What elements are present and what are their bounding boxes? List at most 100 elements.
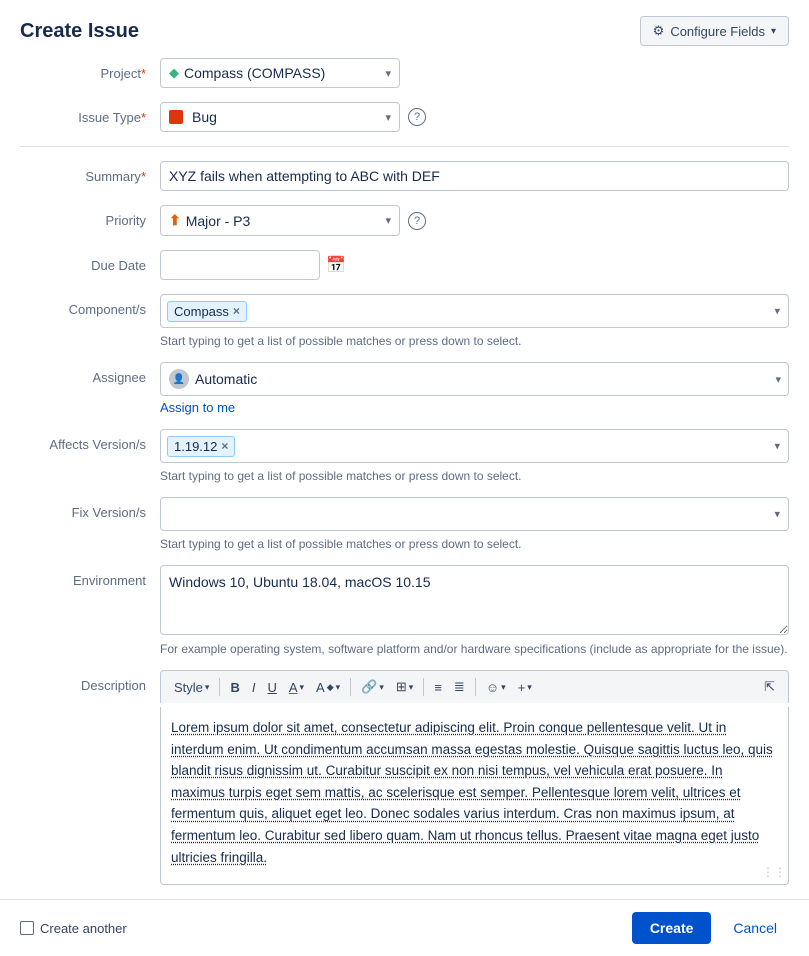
assign-to-me-link[interactable]: Assign to me: [160, 400, 789, 415]
configure-fields-button[interactable]: ⚙ Configure Fields ▾: [640, 16, 789, 46]
numbered-list-icon: ≣: [454, 679, 465, 695]
priority-select[interactable]: ⬆ Major - P3 ▾: [160, 205, 400, 236]
priority-label: Priority: [20, 205, 160, 230]
issue-type-select[interactable]: Bug ▾: [160, 102, 400, 132]
priority-help-icon[interactable]: ?: [408, 212, 426, 230]
bold-button[interactable]: B: [225, 677, 244, 698]
environment-label: Environment: [20, 565, 160, 590]
emoji-icon: ☺: [486, 680, 499, 695]
underline-button[interactable]: U: [262, 677, 281, 698]
issue-type-select-wrap: Bug ▾: [160, 102, 400, 132]
due-date-row: Due Date 📅: [20, 250, 789, 280]
create-another-wrap: Create another: [20, 921, 127, 936]
emoji-button[interactable]: ☺ ▾: [481, 677, 511, 698]
summary-control: [160, 161, 789, 191]
affects-version-tag-label: 1.19.12: [174, 439, 217, 454]
style-dropdown-button[interactable]: Style ▾: [169, 677, 214, 698]
toolbar-collapse-button[interactable]: ⇱: [759, 676, 780, 698]
description-toolbar: Style ▾ B I U A ▾ A ◆ ▾: [160, 670, 789, 703]
section-divider: [20, 146, 789, 147]
fix-versions-tag-input[interactable]: ▾: [160, 497, 789, 531]
text-color-button[interactable]: A ▾: [284, 677, 309, 698]
table-button[interactable]: ⊞ ▾: [391, 676, 418, 698]
description-resize-handle[interactable]: ⋮⋮: [762, 863, 786, 882]
issue-type-label: Issue Type*: [20, 102, 160, 127]
issue-type-chevron-icon: ▾: [385, 111, 391, 124]
italic-button[interactable]: I: [247, 677, 261, 698]
due-date-wrap: 📅: [160, 250, 789, 280]
affects-versions-row: Affects Version/s 1.19.12 × ▾ Start typi…: [20, 429, 789, 483]
assignee-chevron-icon: ▾: [775, 373, 781, 386]
text-color-chevron-icon: ▾: [300, 682, 305, 693]
numbered-list-button[interactable]: ≣: [449, 676, 470, 698]
environment-control: Windows 10, Ubuntu 18.04, macOS 10.15 Fo…: [160, 565, 789, 656]
create-issue-modal: Create Issue ⚙ Configure Fields ▾ Projec…: [0, 0, 809, 956]
issue-type-value: Bug: [192, 109, 217, 125]
affects-versions-hint: Start typing to get a list of possible m…: [160, 469, 789, 483]
fix-versions-hint: Start typing to get a list of possible m…: [160, 537, 789, 551]
modal-body: Project* ◆ Compass (COMPASS) ▾ Issue Typ…: [0, 58, 809, 899]
create-another-label[interactable]: Create another: [40, 921, 127, 936]
affects-version-tag-remove[interactable]: ×: [221, 439, 228, 453]
project-icon: ◆: [169, 65, 179, 81]
style-chevron-icon: ▾: [205, 682, 210, 693]
priority-icon: ⬆: [169, 212, 181, 229]
project-label: Project*: [20, 58, 160, 83]
components-chevron-icon: ▾: [774, 305, 780, 318]
project-select-wrap: ◆ Compass (COMPASS) ▾: [160, 58, 789, 88]
issue-type-row: Issue Type* Bug ▾ ?: [20, 102, 789, 132]
create-another-checkbox[interactable]: [20, 921, 34, 935]
assignee-value: Automatic: [195, 371, 257, 387]
calendar-icon[interactable]: 📅: [326, 255, 346, 275]
gear-icon: ⚙: [653, 23, 665, 39]
collapse-icon: ⇱: [764, 679, 775, 695]
issue-type-row-inner: Bug ▾ ?: [160, 102, 789, 132]
create-button[interactable]: Create: [632, 912, 712, 944]
fix-versions-chevron-icon: ▾: [774, 508, 780, 521]
issue-type-help-icon[interactable]: ?: [408, 108, 426, 126]
project-value: Compass (COMPASS): [184, 65, 325, 81]
due-date-input[interactable]: [160, 250, 320, 280]
environment-textarea[interactable]: Windows 10, Ubuntu 18.04, macOS 10.15: [160, 565, 789, 635]
bullet-list-button[interactable]: ≡: [429, 677, 447, 698]
fix-versions-row: Fix Version/s ▾ Start typing to get a li…: [20, 497, 789, 551]
description-editor[interactable]: Lorem ipsum dolor sit amet, consectetur …: [160, 707, 789, 885]
font-format-label: A: [316, 680, 325, 695]
priority-select-wrap: ⬆ Major - P3 ▾: [160, 205, 400, 236]
toolbar-separator-2: [350, 678, 351, 696]
more-options-chevron-icon: ▾: [527, 682, 532, 693]
component-tag-compass: Compass ×: [167, 301, 247, 322]
assignee-row: Assignee 👤 Automatic ▾ Assign to me: [20, 362, 789, 415]
link-chevron-icon: ▾: [379, 682, 384, 693]
fix-versions-control: ▾ Start typing to get a list of possible…: [160, 497, 789, 551]
environment-row: Environment Windows 10, Ubuntu 18.04, ma…: [20, 565, 789, 656]
more-options-icon: +: [518, 680, 526, 695]
bug-icon: [169, 110, 183, 124]
link-button[interactable]: 🔗 ▾: [356, 676, 389, 698]
components-tag-input[interactable]: Compass × ▾: [160, 294, 789, 328]
affects-version-tag: 1.19.12 ×: [167, 436, 235, 457]
component-tag-remove[interactable]: ×: [233, 304, 240, 318]
cancel-button[interactable]: Cancel: [721, 912, 789, 944]
description-row: Description Style ▾ B I U A ▾: [20, 670, 789, 885]
project-chevron-icon: ▾: [385, 67, 391, 80]
components-hint: Start typing to get a list of possible m…: [160, 334, 789, 348]
assignee-select[interactable]: 👤 Automatic ▾: [160, 362, 789, 396]
description-control: Style ▾ B I U A ▾ A ◆ ▾: [160, 670, 789, 885]
toolbar-separator-3: [423, 678, 424, 696]
chevron-down-icon: ▾: [771, 26, 776, 37]
table-chevron-icon: ▾: [409, 682, 414, 693]
due-date-control: 📅: [160, 250, 789, 280]
affects-versions-tag-input[interactable]: 1.19.12 × ▾: [160, 429, 789, 463]
fix-versions-label: Fix Version/s: [20, 497, 160, 522]
summary-input[interactable]: [160, 161, 789, 191]
summary-label: Summary*: [20, 161, 160, 186]
more-options-button[interactable]: + ▾: [513, 677, 537, 698]
required-asterisk: *: [141, 110, 146, 125]
font-format-button[interactable]: A ◆ ▾: [311, 677, 345, 698]
assignee-label: Assignee: [20, 362, 160, 387]
required-asterisk: *: [141, 66, 146, 81]
assignee-avatar: 👤: [169, 369, 189, 389]
components-control: Compass × ▾ Start typing to get a list o…: [160, 294, 789, 348]
project-select[interactable]: ◆ Compass (COMPASS) ▾: [160, 58, 400, 88]
